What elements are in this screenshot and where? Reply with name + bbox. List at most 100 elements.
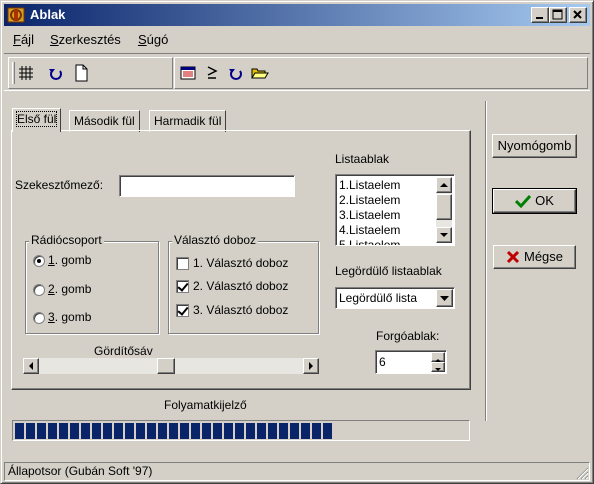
- progress-label: Folyamatkijelző: [164, 398, 247, 412]
- spinner-field[interactable]: 6: [375, 350, 447, 374]
- progress-block: [279, 423, 288, 439]
- close-icon: [573, 10, 582, 19]
- progress-block: [290, 423, 299, 439]
- push-button[interactable]: Nyomógomb: [492, 134, 577, 158]
- progress-block: [125, 423, 134, 439]
- scrollbar-label: Gördítősáv: [94, 344, 153, 358]
- combo-dropdown-button[interactable]: [436, 289, 453, 307]
- tab-third[interactable]: Harmadik fül: [149, 110, 227, 132]
- radio-label-2[interactable]: 2. gomb: [48, 282, 91, 296]
- edit-field[interactable]: [119, 175, 295, 197]
- progress-bar: [12, 420, 470, 441]
- checkbox-1[interactable]: [176, 257, 189, 270]
- radio-label-3[interactable]: 3. gomb: [48, 310, 91, 324]
- minimize-button[interactable]: [531, 7, 549, 23]
- toolbar-grip[interactable]: [12, 62, 15, 84]
- status-bar: Állapotsor (Gubán Soft '97): [4, 462, 590, 481]
- cancel-button[interactable]: Mégse: [493, 245, 576, 269]
- new-document-icon[interactable]: [72, 64, 90, 82]
- progress-block: [169, 423, 178, 439]
- combo-value: Legördülő lista: [339, 291, 418, 305]
- toolbar-panel-left: [8, 57, 173, 89]
- progress-block: [15, 423, 24, 439]
- spinner-down-button[interactable]: [431, 362, 445, 372]
- list-item[interactable]: 2.Listaelem: [339, 193, 400, 207]
- scroll-left-button[interactable]: [23, 358, 39, 374]
- progress-block: [70, 423, 79, 439]
- checkbox-label-3[interactable]: 3. Választó doboz: [193, 303, 288, 317]
- progress-block: [268, 423, 277, 439]
- ok-button[interactable]: OK: [492, 188, 577, 214]
- resize-grip-icon[interactable]: [575, 466, 589, 480]
- tab-first[interactable]: Első fül: [12, 108, 62, 132]
- arrow-left-icon: [29, 362, 33, 370]
- progress-block: [312, 423, 321, 439]
- chevron-down-icon: [440, 296, 449, 301]
- arrow-up-icon: [440, 183, 448, 187]
- checkbox-group-title: Választó doboz: [172, 233, 259, 247]
- radio-button-1[interactable]: [33, 255, 45, 267]
- grid-icon[interactable]: [17, 64, 35, 82]
- list-item[interactable]: 3.Listaelem: [339, 208, 400, 222]
- radio-button-2[interactable]: [33, 284, 45, 296]
- open-folder-icon[interactable]: [251, 64, 269, 82]
- listbox-label: Listaablak: [335, 152, 390, 166]
- checkbox-3[interactable]: [176, 304, 189, 317]
- ok-label: OK: [535, 193, 554, 208]
- status-text: Állapotsor (Gubán Soft '97): [8, 464, 153, 478]
- progress-block: [323, 423, 332, 439]
- app-icon: [7, 7, 25, 23]
- cross-icon: [506, 250, 520, 264]
- scroll-thumb[interactable]: [436, 194, 452, 220]
- progress-block: [158, 423, 167, 439]
- checkbox-2[interactable]: [176, 280, 189, 293]
- window-title: Ablak: [30, 7, 66, 22]
- scroll-up-button[interactable]: [436, 177, 452, 193]
- maximize-button[interactable]: [549, 7, 567, 23]
- combo-box[interactable]: Legördülő lista: [335, 287, 455, 309]
- undo-icon[interactable]: [227, 64, 245, 82]
- calendar-icon[interactable]: [179, 64, 197, 82]
- progress-block: [81, 423, 90, 439]
- edit-label: Szekesztőmező:: [15, 178, 104, 192]
- toolbar: [4, 53, 590, 91]
- checkbox-label-1[interactable]: 1. Választó doboz: [193, 256, 288, 270]
- list-item[interactable]: 1.Listaelem: [339, 178, 400, 192]
- undo-icon[interactable]: [47, 64, 65, 82]
- progress-block: [136, 423, 145, 439]
- spinner-up-button[interactable]: [431, 352, 445, 362]
- listbox-scrollbar[interactable]: [436, 177, 452, 243]
- menu-bar: Fájl Szerkesztés Súgó: [4, 28, 590, 50]
- progress-block: [147, 423, 156, 439]
- checkbox-label-2[interactable]: 2. Választó doboz: [193, 279, 288, 293]
- progress-block: [92, 423, 101, 439]
- menu-edit[interactable]: Szerkesztés: [50, 32, 121, 47]
- radio-button-3[interactable]: [33, 312, 45, 324]
- listbox[interactable]: 1.Listaelem 2.Listaelem 3.Listaelem 4.Li…: [335, 174, 455, 246]
- close-button[interactable]: [569, 7, 587, 23]
- spinner-value: 6: [379, 355, 386, 369]
- progress-block: [48, 423, 57, 439]
- cancel-label: Mégse: [523, 249, 564, 264]
- combo-label: Legördülő listaablak: [335, 264, 442, 278]
- progress-block: [224, 423, 233, 439]
- scroll-down-button[interactable]: [436, 227, 452, 243]
- progress-block: [246, 423, 255, 439]
- radio-label-1[interactable]: 1. gomb: [48, 253, 91, 267]
- tab-second[interactable]: Második fül: [69, 110, 140, 132]
- menu-file[interactable]: Fájl: [13, 32, 34, 47]
- progress-block: [213, 423, 222, 439]
- list-item[interactable]: 4.Listaelem: [339, 223, 400, 237]
- greater-equal-icon[interactable]: [203, 64, 221, 82]
- menu-help[interactable]: Súgó: [138, 32, 168, 47]
- radio-group-title: Rádiócsoport: [29, 233, 104, 247]
- maximize-icon: [552, 9, 563, 20]
- progress-block: [103, 423, 112, 439]
- scroll-thumb[interactable]: [157, 358, 175, 374]
- horizontal-scrollbar[interactable]: [23, 358, 319, 374]
- scroll-right-button[interactable]: [303, 358, 319, 374]
- divider: [485, 101, 487, 421]
- list-item[interactable]: 5.Listaelem: [339, 238, 400, 245]
- progress-block: [257, 423, 266, 439]
- title-bar[interactable]: Ablak: [4, 4, 590, 26]
